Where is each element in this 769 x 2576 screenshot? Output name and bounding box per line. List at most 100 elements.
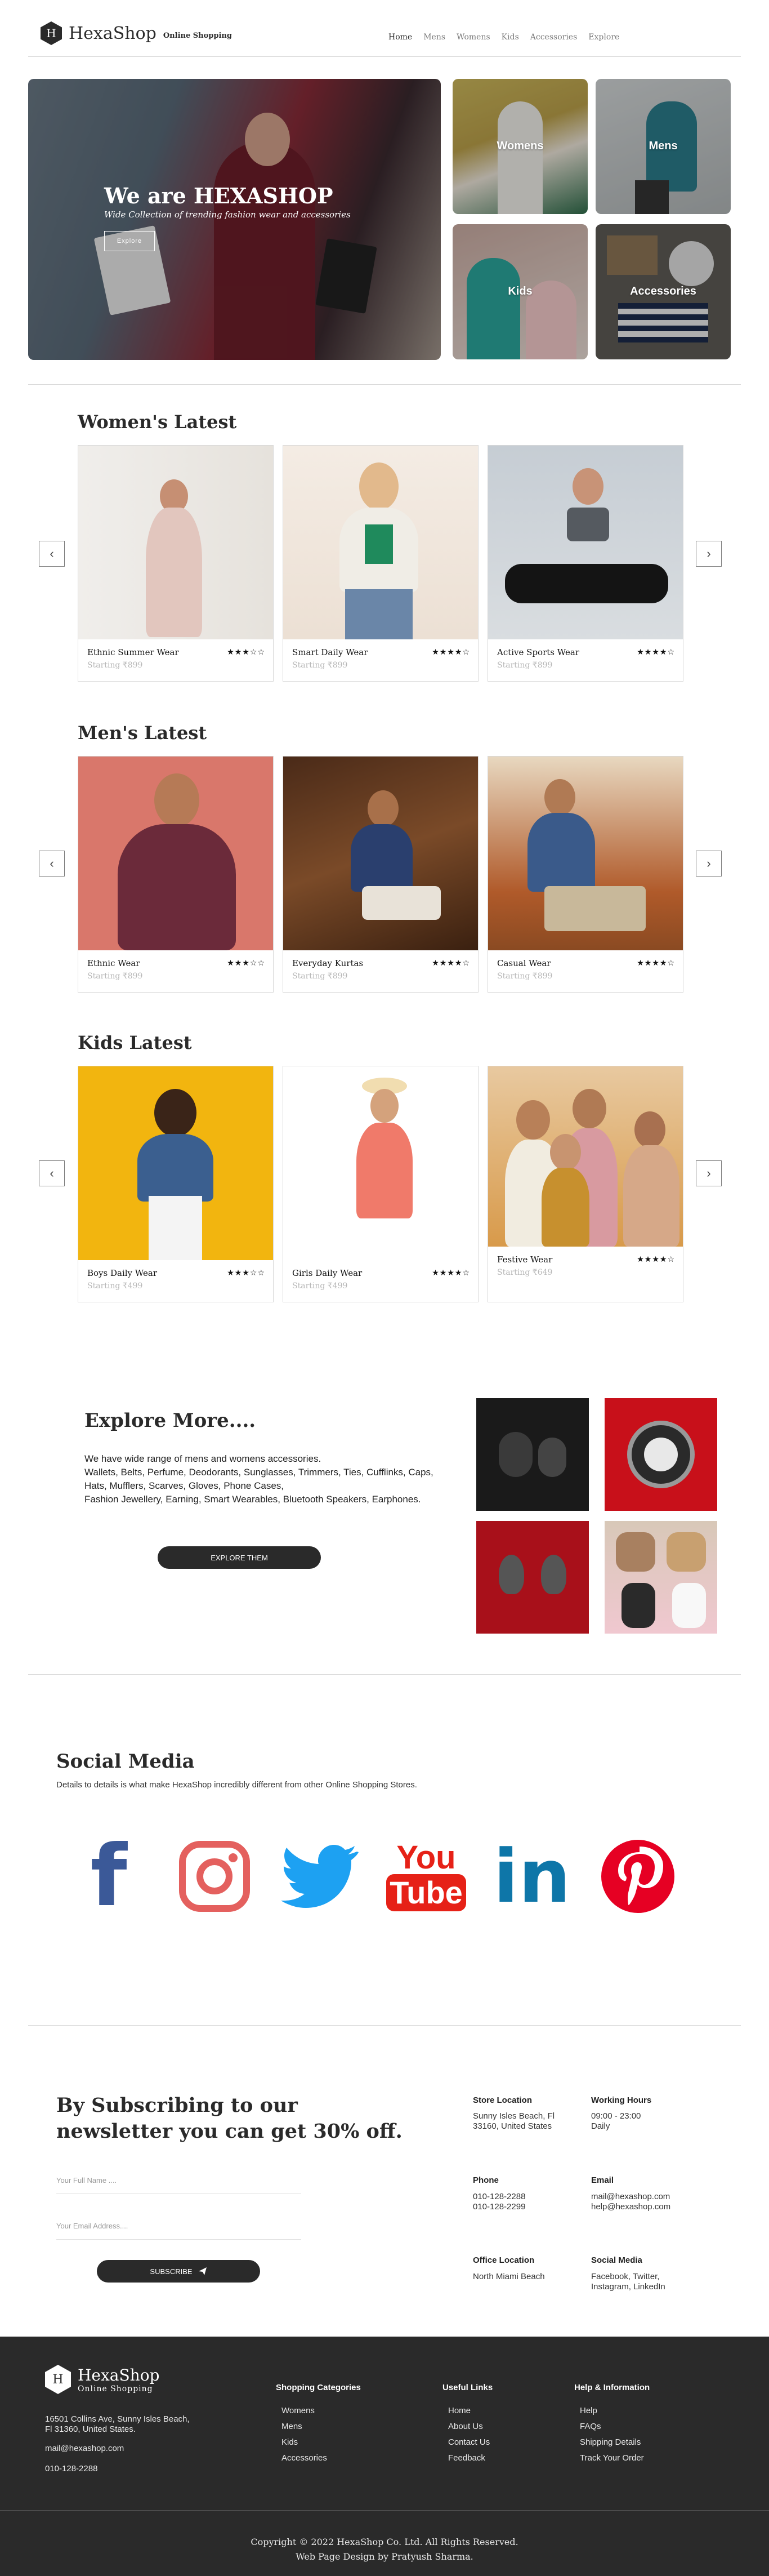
tile-label: Accessories xyxy=(630,285,696,297)
tile-label: Kids xyxy=(508,285,533,297)
carousel-prev-button[interactable]: ‹ xyxy=(39,1160,65,1186)
product-price: Starting ₹499 xyxy=(87,1282,143,1291)
nav-womens[interactable]: Womens xyxy=(457,33,490,42)
linkedin-icon[interactable]: in xyxy=(490,1834,574,1919)
product-image xyxy=(283,757,478,950)
explore-them-button[interactable]: EXPLORE THEM xyxy=(158,1546,321,1569)
office-location-value: North Miami Beach xyxy=(473,2272,545,2281)
category-tile-mens[interactable]: Mens xyxy=(596,79,731,214)
product-card[interactable]: Girls Daily Wear Starting ₹499 ★★★★☆ xyxy=(283,1066,479,1302)
hero-explore-button[interactable]: Explore xyxy=(104,231,155,251)
category-tile-kids[interactable]: Kids xyxy=(453,224,588,359)
pinterest-icon[interactable] xyxy=(596,1834,680,1919)
footer-brand-name: HexaShop xyxy=(78,2365,160,2384)
rating-stars: ★★★☆☆ xyxy=(227,647,265,656)
phone-heading: Phone xyxy=(473,2175,499,2185)
product-card[interactable]: Active Sports Wear Starting ₹899 ★★★★☆ xyxy=(488,445,683,682)
youtube-icon[interactable]: You Tube xyxy=(384,1834,468,1919)
nav-mens[interactable]: Mens xyxy=(423,33,445,42)
full-name-input[interactable]: Your Full Name .... xyxy=(56,2172,301,2194)
nav-home[interactable]: Home xyxy=(388,33,412,42)
earbuds-image xyxy=(476,1398,589,1511)
carousel-next-button[interactable]: › xyxy=(696,541,722,567)
hexagon-logo-icon: H xyxy=(45,2365,71,2394)
explore-line: Wallets, Belts, Perfume, Deodorants, Sun… xyxy=(84,1467,433,1491)
nav-explore[interactable]: Explore xyxy=(588,33,619,42)
working-hours-value: 09:00 - 23:00 Daily xyxy=(591,2111,641,2131)
facebook-icon[interactable]: f xyxy=(66,1834,151,1919)
category-tile-accessories[interactable]: Accessories xyxy=(596,224,731,359)
footer-logo[interactable]: H HexaShop Online Shopping xyxy=(45,2365,159,2394)
section-title-womens: Women's Latest xyxy=(78,411,237,433)
twitter-icon[interactable] xyxy=(278,1834,363,1919)
product-card[interactable]: Smart Daily Wear Starting ₹899 ★★★★☆ xyxy=(283,445,479,682)
subscribe-button[interactable]: SUBSCRIBE xyxy=(97,2260,260,2283)
product-price: Starting ₹499 xyxy=(292,1282,348,1291)
email-value: mail@hexashop.com help@hexashop.com xyxy=(591,2192,671,2212)
store-location-heading: Store Location xyxy=(473,2095,533,2105)
nav-kids[interactable]: Kids xyxy=(502,33,519,42)
social-media-heading: Social Media xyxy=(591,2255,642,2265)
brand-tagline: Online Shopping xyxy=(163,31,232,40)
hexagon-logo-icon: H xyxy=(41,21,62,45)
product-card[interactable]: Everyday Kurtas Starting ₹899 ★★★★☆ xyxy=(283,756,479,993)
product-card[interactable]: Boys Daily Wear Starting ₹499 ★★★☆☆ xyxy=(78,1066,274,1302)
footer-link[interactable]: Track Your Order xyxy=(580,2450,644,2466)
email-input[interactable]: Your Email Address.... xyxy=(56,2217,301,2240)
carousel-next-button[interactable]: › xyxy=(696,851,722,877)
product-price: Starting ₹899 xyxy=(87,972,143,981)
instagram-icon[interactable] xyxy=(172,1834,257,1919)
help-information-list: Help FAQs Shipping Details Track Your Or… xyxy=(580,2403,644,2466)
footer-link[interactable]: Contact Us xyxy=(448,2435,490,2450)
footer-link[interactable]: Feedback xyxy=(448,2450,490,2466)
footer-link[interactable]: Accessories xyxy=(281,2450,327,2466)
product-image xyxy=(78,1066,273,1260)
site-header: H HexaShop Online Shopping Home Mens Wom… xyxy=(0,0,769,56)
product-price: Starting ₹899 xyxy=(292,972,348,981)
product-card[interactable]: Ethnic Wear Starting ₹899 ★★★☆☆ xyxy=(78,756,274,993)
footer-link[interactable]: Shipping Details xyxy=(580,2435,644,2450)
rating-stars: ★★★★☆ xyxy=(637,1254,675,1263)
footer-link[interactable]: Home xyxy=(448,2403,490,2419)
product-image xyxy=(283,446,478,639)
main-nav: Home Mens Womens Kids Accessories Explor… xyxy=(388,33,619,42)
footer-link[interactable]: FAQs xyxy=(580,2419,644,2435)
category-tile-womens[interactable]: Womens xyxy=(453,79,588,214)
hero-banner: We are HEXASHOP Wide Collection of trend… xyxy=(28,79,441,360)
footer-divider xyxy=(0,2510,769,2511)
useful-links-heading: Useful Links xyxy=(442,2383,493,2392)
footer-link[interactable]: Help xyxy=(580,2403,644,2419)
sandals-image xyxy=(605,1521,717,1634)
carousel-prev-button[interactable]: ‹ xyxy=(39,851,65,877)
product-card[interactable]: Casual Wear Starting ₹899 ★★★★☆ xyxy=(488,756,683,993)
tile-label: Womens xyxy=(497,140,544,152)
footer-link[interactable]: Mens xyxy=(281,2419,327,2435)
footer-address: 16501 Collins Ave, Sunny Isles Beach, Fl… xyxy=(45,2414,190,2434)
footer-email[interactable]: mail@hexashop.com xyxy=(45,2444,124,2454)
watch-image xyxy=(605,1398,717,1511)
explore-description: We have wide range of mens and womens ac… xyxy=(84,1452,445,1506)
product-price: Starting ₹899 xyxy=(87,661,143,670)
footer-link[interactable]: Womens xyxy=(281,2403,327,2419)
carousel-next-button[interactable]: › xyxy=(696,1160,722,1186)
shopping-categories-heading: Shopping Categories xyxy=(276,2383,361,2392)
header-divider xyxy=(28,56,741,57)
footer-link[interactable]: About Us xyxy=(448,2419,490,2435)
social-title: Social Media xyxy=(56,1750,195,1773)
shopping-categories-list: Womens Mens Kids Accessories xyxy=(281,2403,327,2466)
footer-link[interactable]: Kids xyxy=(281,2435,327,2450)
newsletter-title: By Subscribing to our newsletter you can… xyxy=(56,2094,403,2143)
hero-subtitle: Wide Collection of trending fashion wear… xyxy=(104,210,351,220)
carousel-prev-button[interactable]: ‹ xyxy=(39,541,65,567)
logo[interactable]: H HexaShop Online Shopping xyxy=(41,21,232,45)
product-card[interactable]: Ethnic Summer Wear Starting ₹899 ★★★☆☆ xyxy=(78,445,274,682)
explore-line: Fashion Jewellery, Earning, Smart Wearab… xyxy=(84,1494,421,1505)
working-hours-heading: Working Hours xyxy=(591,2095,652,2105)
section-title-kids: Kids Latest xyxy=(78,1032,192,1053)
hero-title: We are HEXASHOP xyxy=(104,183,333,208)
nav-accessories[interactable]: Accessories xyxy=(530,33,578,42)
product-price: Starting ₹899 xyxy=(292,661,348,670)
product-image xyxy=(488,446,683,639)
product-image xyxy=(78,446,273,639)
product-card[interactable]: Festive Wear Starting ₹649 ★★★★☆ xyxy=(488,1066,683,1302)
